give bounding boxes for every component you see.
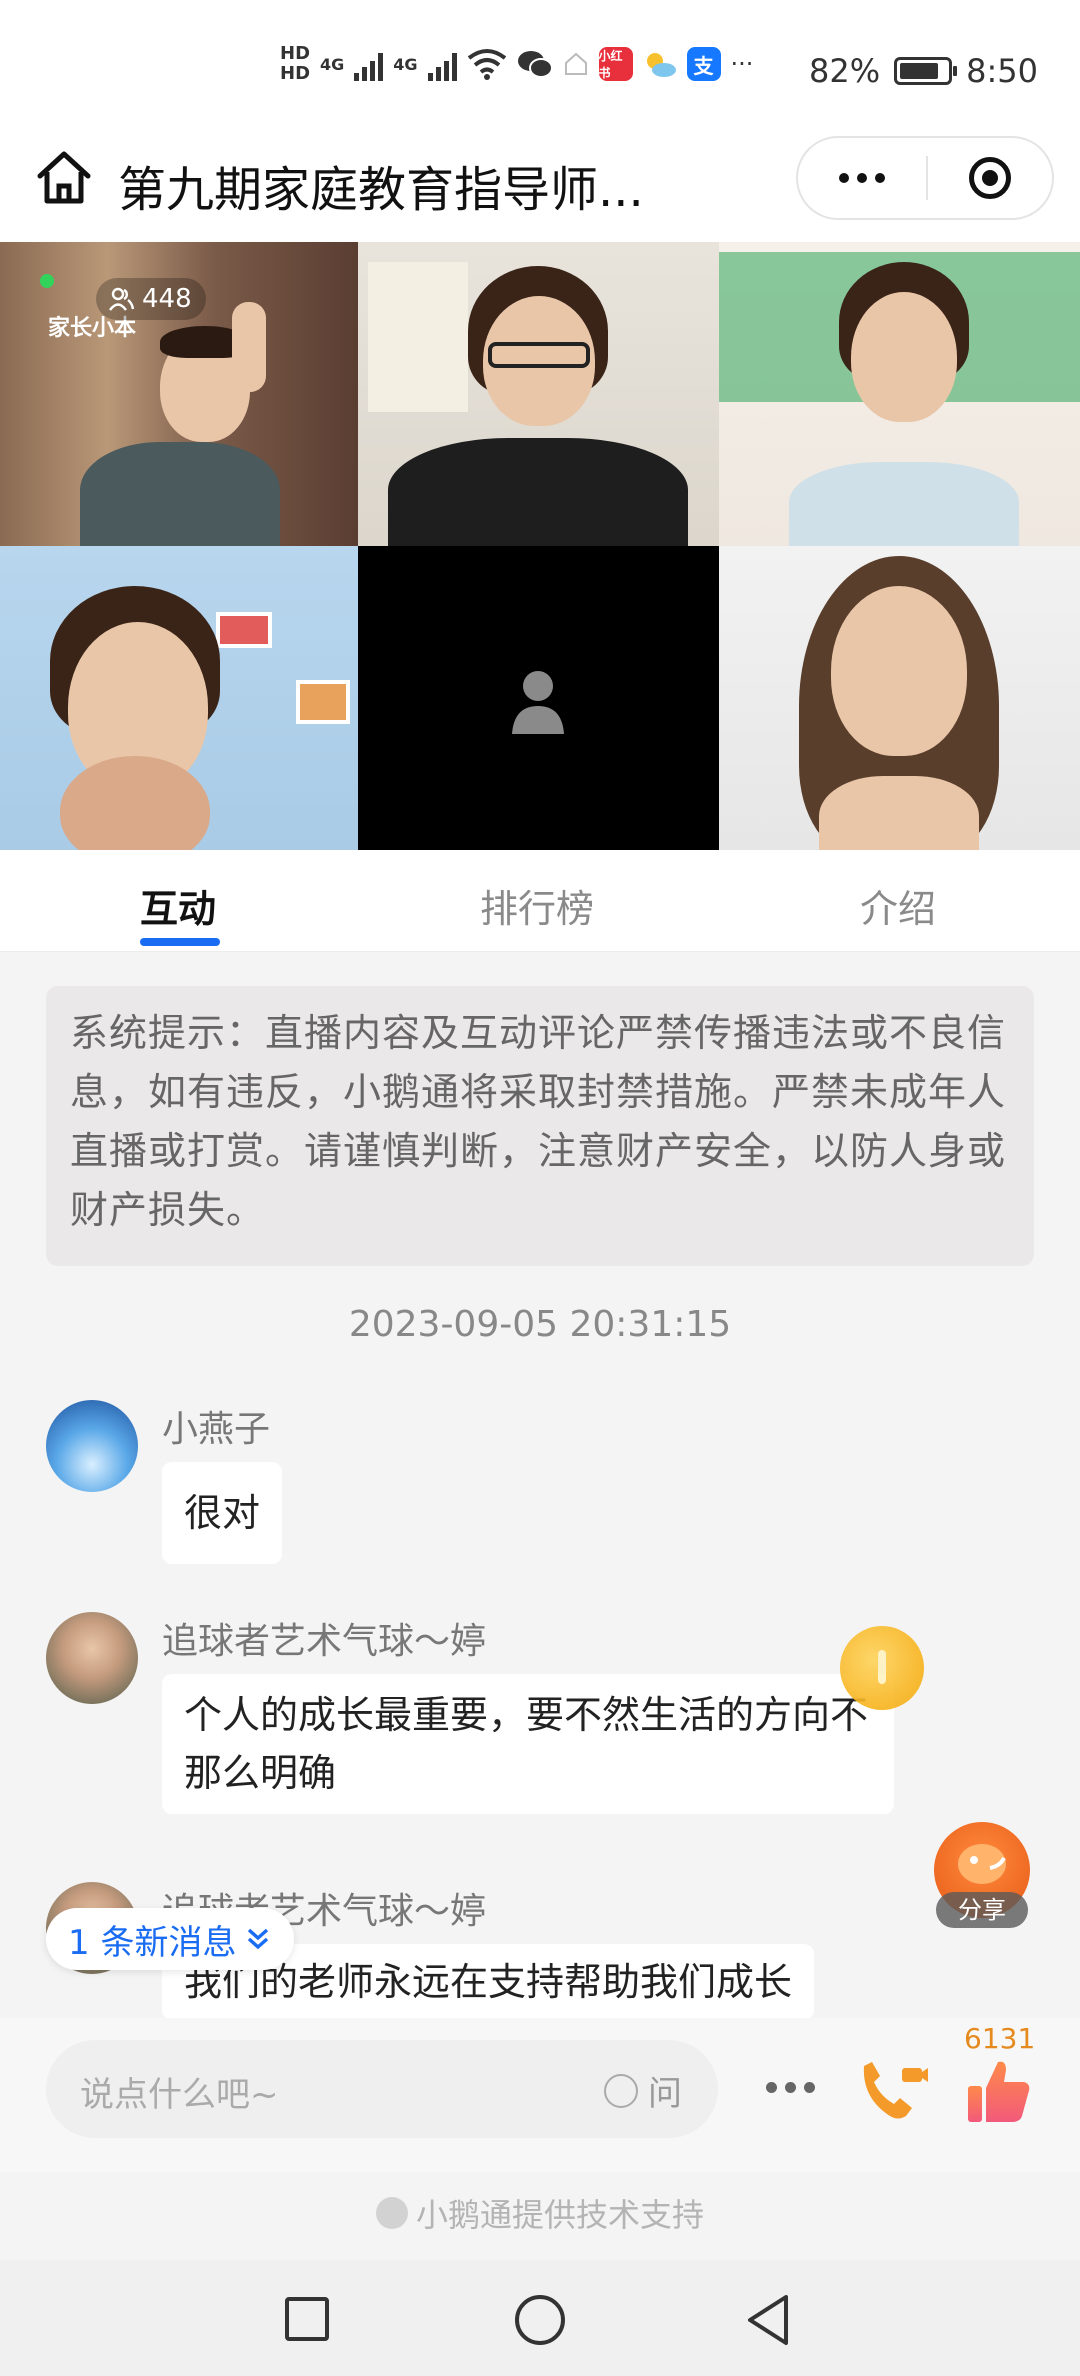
wall-picture (216, 612, 272, 648)
like-count: 6131 (964, 2022, 1036, 2055)
participant-body (819, 776, 979, 850)
footer-text: 小鹅通提供技术支持 (415, 2196, 704, 2234)
ask-label: 问 (648, 2074, 682, 2114)
share-label[interactable]: 分享 (936, 1892, 1028, 1928)
tab-interaction[interactable]: 互动 (140, 878, 216, 933)
comment-input-placeholder[interactable]: 说点什么吧~ (80, 2067, 279, 2116)
video-tile-2[interactable] (358, 242, 719, 546)
wifi-icon (467, 49, 506, 80)
participant-body (80, 442, 280, 546)
message-nickname: 追球者艺术气球～婷 (162, 1621, 487, 1662)
ask-question-toggle[interactable]: 问 (604, 2066, 682, 2115)
message-timestamp: 2023-09-05 20:31:15 (348, 1304, 732, 1345)
tab-active-indicator (140, 938, 220, 946)
avatar[interactable] (46, 1612, 138, 1704)
signal-icon-2 (427, 47, 457, 81)
system-navigation-bar (0, 2260, 1080, 2376)
status-icons-right: 82% 8:50 (809, 52, 1038, 90)
miniprogram-capsule (796, 136, 1054, 220)
xiaoetong-logo-icon (375, 2197, 408, 2229)
user-placeholder-icon (512, 671, 564, 734)
more-actions-button[interactable] (766, 2082, 815, 2093)
wall-picture (296, 680, 350, 724)
network-type-1: 4G (320, 54, 345, 74)
status-icons-left: HD HD 4G 4G 小红书 支 ··· (280, 44, 753, 84)
status-bar: HD HD 4G 4G 小红书 支 ··· 82% 8:50 (0, 0, 1080, 140)
thumbs-up-icon[interactable] (966, 2056, 1032, 2126)
xiaohongshu-icon: 小红书 (598, 47, 633, 81)
alipay-icon: 支 (686, 47, 721, 81)
back-button[interactable] (746, 2294, 790, 2346)
tech-support-footer: 小鹅通提供技术支持 (0, 2190, 1080, 2237)
new-message-text: 1 条新消息 (68, 1922, 237, 1963)
live-dot (40, 274, 54, 288)
recent-apps-button[interactable] (284, 2296, 330, 2342)
raised-hand (232, 302, 266, 392)
call-icon[interactable] (858, 2058, 930, 2126)
page-title: 第九期家庭教育指导师... (118, 162, 644, 218)
calligraphy-scroll (368, 262, 468, 412)
message-nickname: 小燕子 (162, 1409, 271, 1450)
tab-bar: 互动 排行榜 介绍 (0, 850, 1080, 952)
video-tile-6[interactable] (719, 546, 1080, 850)
viewer-count: 448 (142, 284, 192, 314)
glasses (488, 342, 590, 368)
avatar[interactable] (46, 1400, 138, 1492)
more-menu-button[interactable] (798, 138, 926, 218)
home-icon[interactable] (34, 148, 94, 208)
network-type-2: 4G (393, 54, 418, 74)
tab-introduction[interactable]: 介绍 (860, 878, 936, 933)
tab-ranking[interactable]: 排行榜 (480, 878, 594, 933)
system-notice: 系统提示：直播内容及互动评论严禁传播违法或不良信息，如有违反，小鹅通将采取封禁措… (46, 986, 1034, 1266)
participant-face (831, 586, 967, 756)
ask-checkbox[interactable] (604, 2073, 638, 2108)
signal-icon (354, 47, 384, 81)
wechat-icon (517, 51, 553, 78)
home-button[interactable] (514, 2294, 566, 2346)
participant-body (789, 462, 1019, 546)
battery-level (900, 63, 938, 79)
viewers-icon (109, 287, 134, 311)
video-tile-host[interactable]: 家长小本 448 (0, 242, 358, 546)
message-bubble: 个人的成长最重要，要不然生活的方向不那么明确 (162, 1674, 894, 1814)
double-chevron-down-icon (248, 1928, 269, 1950)
clock: 8:50 (966, 52, 1038, 90)
battery-icon (894, 57, 958, 85)
participant-face (851, 292, 957, 422)
live-indicator (40, 274, 54, 288)
participant-body (388, 438, 688, 546)
battery-percent: 82% (809, 52, 881, 90)
video-tile-camera-off[interactable] (358, 546, 719, 850)
video-tile-3[interactable] (719, 242, 1080, 546)
hd-indicator: HD HD (280, 43, 311, 84)
home-app-icon (564, 52, 587, 75)
message-bubble: 很对 (162, 1462, 283, 1564)
new-message-pill[interactable]: 1 条新消息 (46, 1908, 295, 1970)
close-miniprogram-button[interactable] (928, 138, 1052, 218)
viewer-count-pill: 448 (96, 278, 206, 320)
reward-coin-icon[interactable] (840, 1626, 924, 1710)
more-notifications: ··· (730, 50, 754, 78)
weather-icon (646, 53, 676, 77)
video-tile-4[interactable] (0, 546, 358, 850)
video-grid: 家长小本 448 (0, 242, 1080, 850)
